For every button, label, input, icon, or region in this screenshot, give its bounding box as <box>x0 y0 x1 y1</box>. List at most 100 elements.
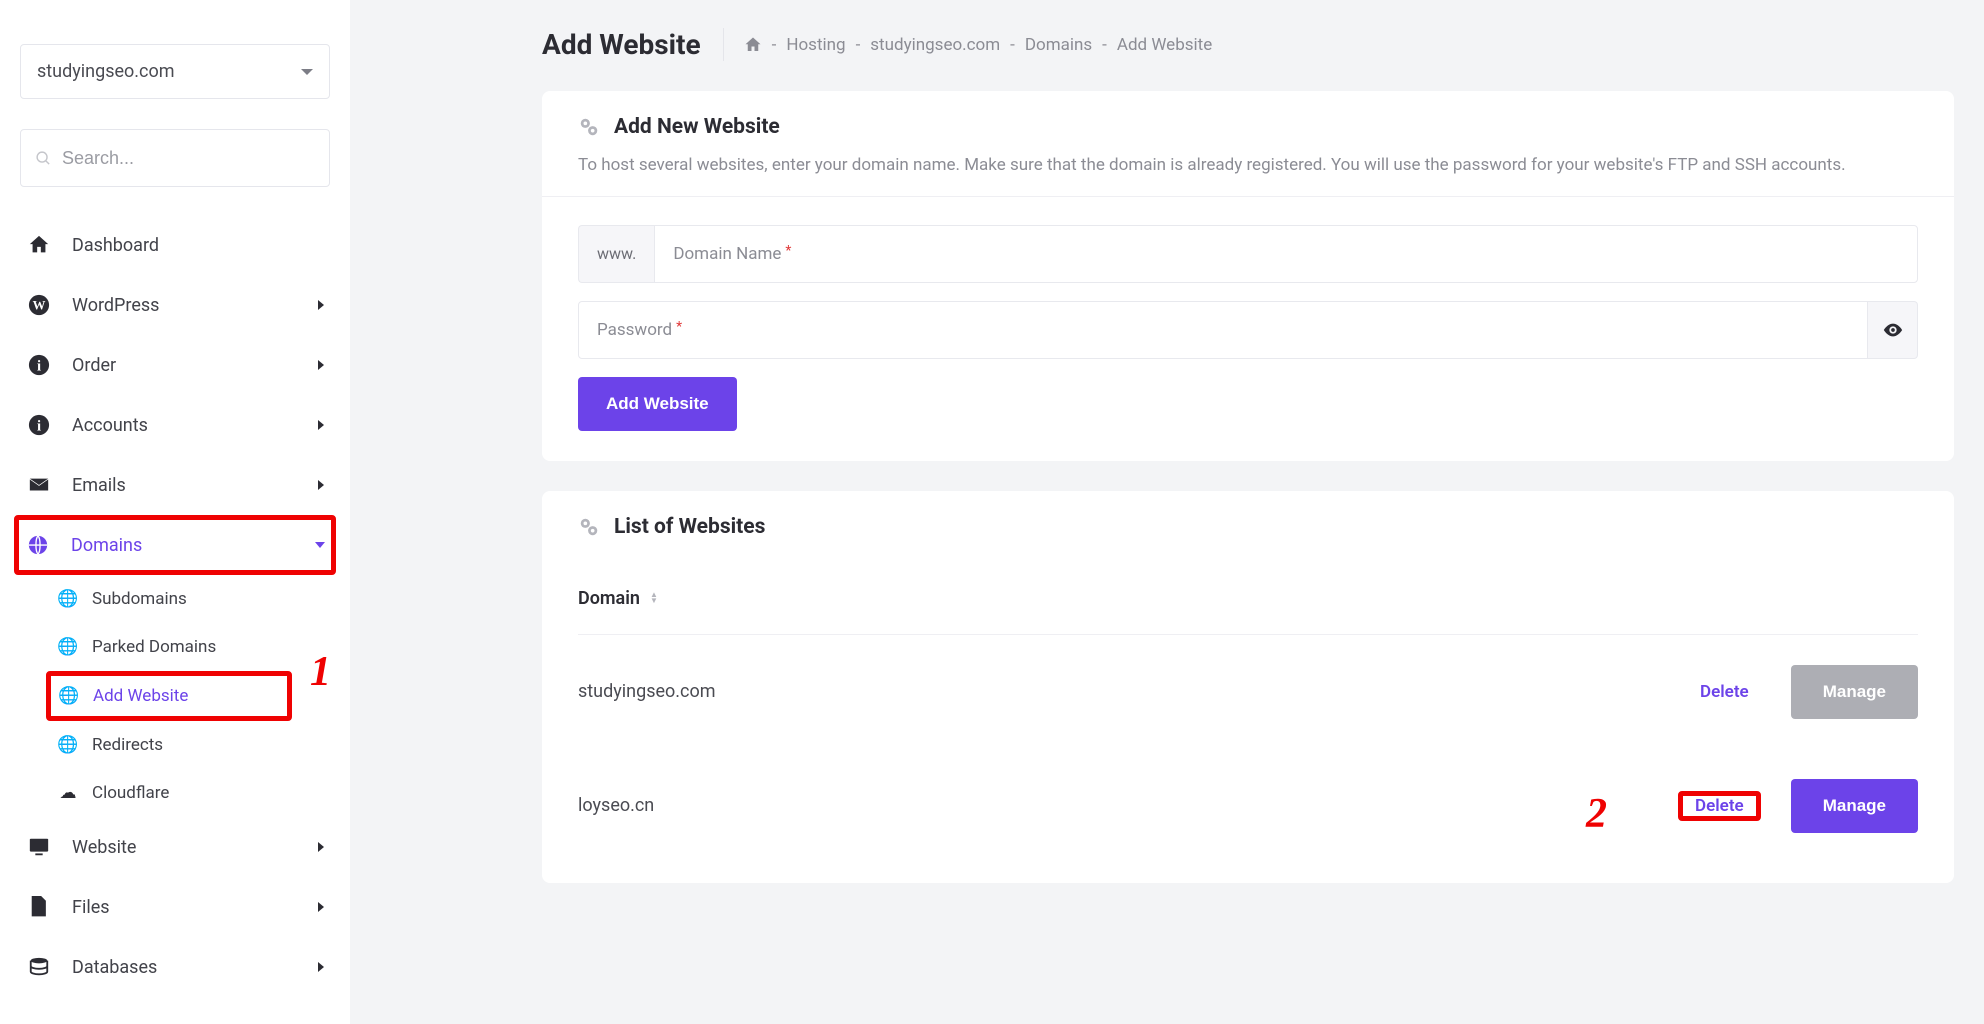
card-header: Add New Website To host several websites… <box>542 91 1954 196</box>
domain-placeholder: Domain Name* <box>673 244 791 264</box>
highlight-delete: Delete <box>1678 791 1761 821</box>
file-icon <box>28 896 56 918</box>
highlight-domains: Domains <box>14 515 336 575</box>
globe-small-icon: 🌐 <box>56 735 80 755</box>
row-domain: studyingseo.com <box>578 681 1688 702</box>
chevron-right-icon <box>318 902 324 912</box>
crumb[interactable]: Domains <box>1025 35 1092 55</box>
globe-small-icon: 🌐 <box>56 589 80 609</box>
wordpress-icon: W <box>28 294 56 316</box>
row-domain: loyseo.cn <box>578 795 1678 816</box>
crumb[interactable]: Hosting <box>786 35 845 55</box>
chevron-right-icon <box>318 420 324 430</box>
domain-input-row: www. Domain Name* <box>578 225 1918 283</box>
crumb: Add Website <box>1117 35 1212 55</box>
chevron-down-icon <box>315 542 325 548</box>
list-body: Domain ▲▼ studyingseo.com Delete Manage … <box>542 563 1954 883</box>
card-title-row: List of Websites <box>578 515 1918 539</box>
toggle-password-visibility[interactable] <box>1868 301 1918 359</box>
nav-label: Website <box>72 837 318 858</box>
nav-databases[interactable]: Databases <box>20 937 330 997</box>
nav-label: Domains <box>71 535 315 556</box>
nav-emails[interactable]: Emails <box>20 455 330 515</box>
eye-icon <box>1882 319 1904 341</box>
sub-subdomains[interactable]: 🌐 Subdomains <box>20 575 330 623</box>
sub-label: Subdomains <box>92 589 187 609</box>
sub-label: Add Website <box>93 686 188 706</box>
table-header: Domain ▲▼ <box>578 563 1918 635</box>
card-description: To host several websites, enter your dom… <box>578 151 1918 180</box>
sub-redirects[interactable]: 🌐 Redirects <box>20 721 330 769</box>
search-input-wrapper[interactable] <box>20 129 330 187</box>
col-label: Domain <box>578 588 640 609</box>
nav-label: Databases <box>72 957 318 978</box>
sub-cloudflare[interactable]: ☁ Cloudflare <box>20 769 330 817</box>
password-input[interactable]: Password* <box>578 301 1868 359</box>
sort-icon: ▲▼ <box>650 592 658 604</box>
search-icon <box>35 150 52 167</box>
add-website-button[interactable]: Add Website <box>578 377 737 431</box>
nav-label: WordPress <box>72 295 318 316</box>
globe-small-icon: 🌐 <box>57 686 81 706</box>
delete-button[interactable]: Delete <box>1688 668 1761 716</box>
nav-dashboard[interactable]: Dashboard <box>20 215 330 275</box>
password-placeholder: Password* <box>597 320 682 340</box>
table-row: studyingseo.com Delete Manage <box>578 635 1918 749</box>
gear-icon <box>578 116 600 138</box>
home-icon <box>28 234 56 256</box>
gear-icon <box>578 516 600 538</box>
annotation-2: 2 <box>1586 790 1607 838</box>
info-icon: i <box>28 414 56 436</box>
nav-list: Dashboard W WordPress i Order i Accounts <box>20 215 330 997</box>
main-content: Add Website - Hosting - studyingseo.com … <box>350 0 1984 1024</box>
crumb[interactable]: studyingseo.com <box>870 35 1000 55</box>
database-icon <box>28 956 56 978</box>
annotation-1: 1 <box>310 648 331 696</box>
highlight-add-website: 🌐 Add Website <box>46 671 292 721</box>
nav-wordpress[interactable]: W WordPress <box>20 275 330 335</box>
sub-label: Redirects <box>92 735 163 755</box>
nav-label: Emails <box>72 475 318 496</box>
caret-down-icon <box>301 69 313 75</box>
form-area: www. Domain Name* Password* Add Website <box>542 196 1954 461</box>
sub-parked-domains[interactable]: 🌐 Parked Domains <box>20 623 330 671</box>
nav-accounts[interactable]: i Accounts <box>20 395 330 455</box>
card-title: Add New Website <box>614 115 780 139</box>
chevron-right-icon <box>318 480 324 490</box>
card-title-row: Add New Website <box>578 115 1918 139</box>
nav-label: Accounts <box>72 415 318 436</box>
nav-label: Files <box>72 897 318 918</box>
manage-button[interactable]: Manage <box>1791 779 1918 833</box>
manage-button[interactable]: Manage <box>1791 665 1918 719</box>
sidebar: studyingseo.com Dashboard W WordPress i … <box>0 0 350 1024</box>
chevron-right-icon <box>318 360 324 370</box>
separator: - <box>1102 35 1107 55</box>
nav-order[interactable]: i Order <box>20 335 330 395</box>
chevron-right-icon <box>318 842 324 852</box>
card-title: List of Websites <box>614 515 765 539</box>
nav-domains[interactable]: Domains <box>19 520 331 570</box>
delete-button[interactable]: Delete <box>1683 782 1756 830</box>
col-domain-header[interactable]: Domain ▲▼ <box>578 588 1918 609</box>
chevron-right-icon <box>318 962 324 972</box>
table-row: loyseo.cn Delete Manage <box>578 749 1918 863</box>
mail-icon <box>28 474 56 496</box>
page-header: Add Website - Hosting - studyingseo.com … <box>542 28 1954 61</box>
svg-text:W: W <box>33 299 46 313</box>
sub-add-website[interactable]: 🌐 Add Website <box>51 676 287 716</box>
search-input[interactable] <box>62 148 315 169</box>
chevron-right-icon <box>318 300 324 310</box>
globe-small-icon: 🌐 <box>56 637 80 657</box>
globe-icon <box>27 534 55 556</box>
separator: - <box>1010 35 1015 55</box>
sub-label: Parked Domains <box>92 637 216 657</box>
svg-text:i: i <box>37 419 41 435</box>
nav-files[interactable]: Files <box>20 877 330 937</box>
nav-label: Order <box>72 355 318 376</box>
home-icon[interactable] <box>744 36 762 54</box>
domain-name-input[interactable]: Domain Name* <box>654 225 1918 283</box>
nav-website[interactable]: Website <box>20 817 330 877</box>
row-actions: Delete Manage <box>1678 779 1918 833</box>
domain-selector[interactable]: studyingseo.com <box>20 44 330 99</box>
breadcrumb: - Hosting - studyingseo.com - Domains - … <box>744 35 1213 55</box>
